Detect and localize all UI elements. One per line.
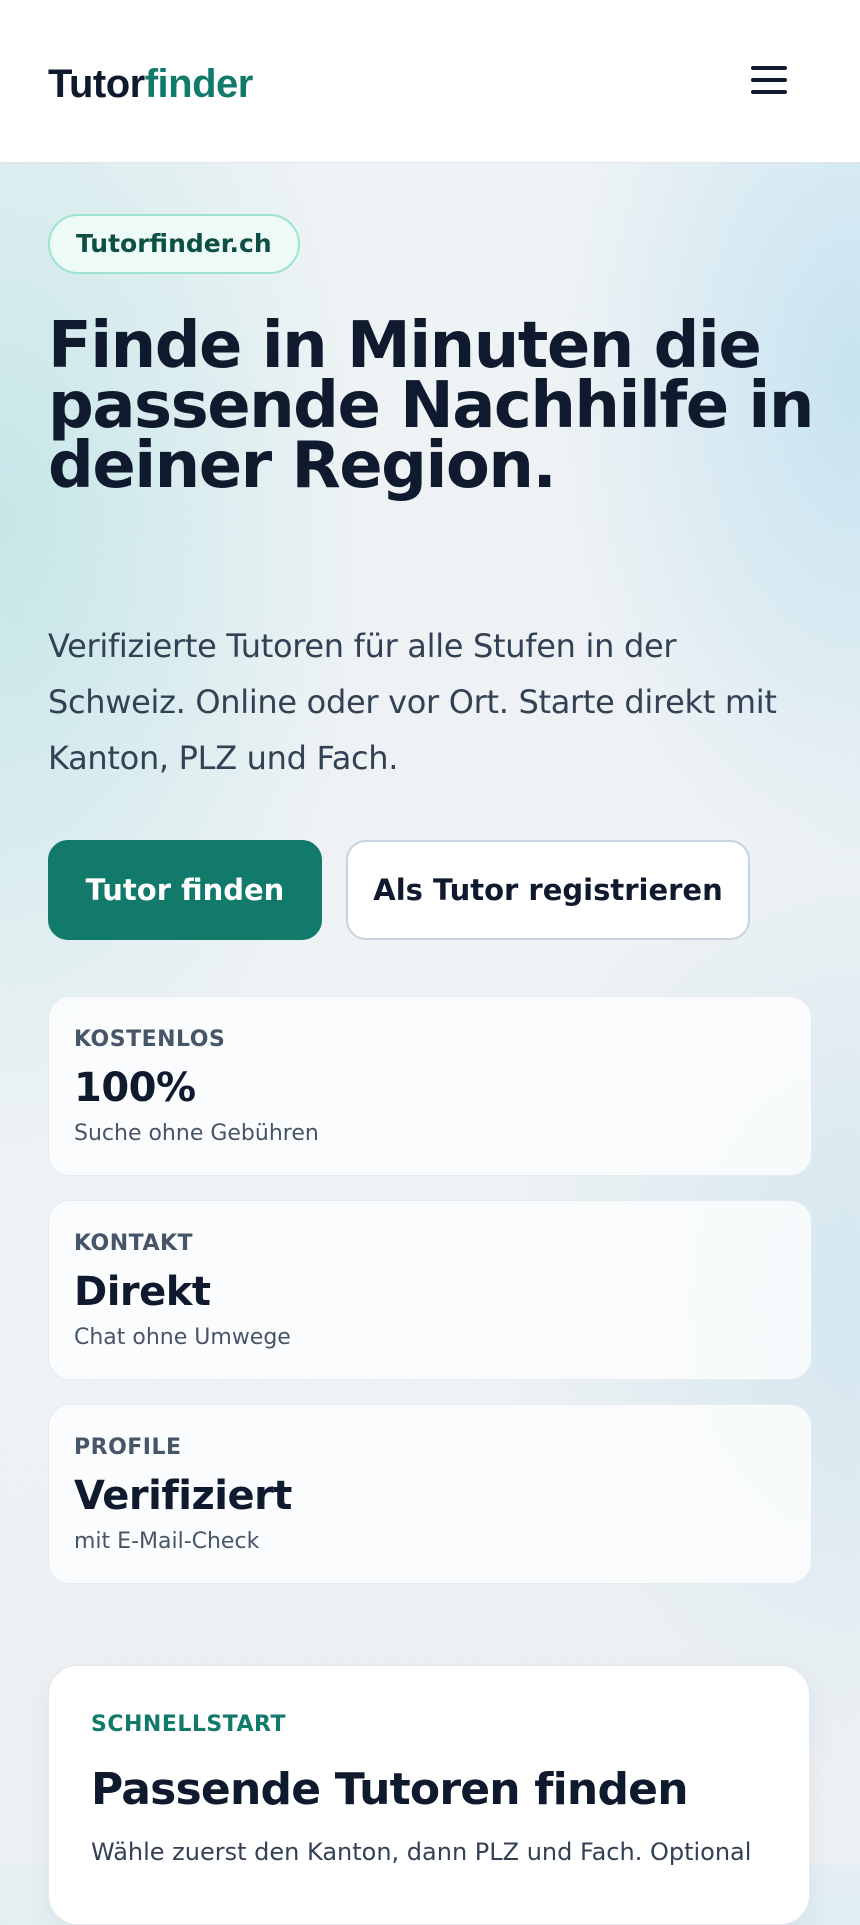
- hero-title: Finde in Minuten die passende Nachhilfe …: [48, 309, 814, 503]
- stat-note: mit E-Mail-Check: [74, 1529, 260, 1554]
- hero-badge: Tutorfinder.ch: [48, 214, 300, 274]
- stat-value: 100%: [74, 1065, 196, 1111]
- site-header: Tutorfinder: [0, 0, 860, 163]
- stat-note: Chat ohne Umwege: [74, 1325, 291, 1350]
- logo-text-finder: finder: [144, 62, 254, 106]
- quickstart-title: Passende Tutoren finden: [91, 1764, 689, 1815]
- logo-text-tutor: Tutor: [48, 62, 145, 106]
- find-tutor-button[interactable]: Tutor finden: [48, 840, 322, 940]
- quickstart-card: SCHNELLSTART Passende Tutoren finden Wäh…: [48, 1665, 810, 1925]
- hamburger-menu-icon[interactable]: [744, 60, 796, 100]
- stat-value: Direkt: [74, 1269, 211, 1315]
- hero-subtitle: Verifizierte Tutoren für alle Stufen in …: [48, 627, 777, 777]
- stat-card-profiles: PROFILE Verifiziert mit E-Mail-Check: [48, 1404, 812, 1584]
- register-as-tutor-button[interactable]: Als Tutor registrieren: [346, 840, 750, 940]
- stat-label: KOSTENLOS: [74, 1027, 226, 1052]
- logo[interactable]: Tutorfinder: [48, 58, 253, 110]
- stat-card-contact: KONTAKT Direkt Chat ohne Umwege: [48, 1200, 812, 1380]
- stat-label: PROFILE: [74, 1435, 182, 1460]
- quickstart-text: Wähle zuerst den Kanton, dann PLZ und Fa…: [91, 1838, 752, 1866]
- stat-note: Suche ohne Gebühren: [74, 1121, 319, 1146]
- stat-label: KONTAKT: [74, 1231, 194, 1256]
- stat-value: Verifiziert: [74, 1473, 292, 1519]
- stat-card-free: KOSTENLOS 100% Suche ohne Gebühren: [48, 996, 812, 1176]
- quickstart-eyebrow: SCHNELLSTART: [91, 1712, 287, 1737]
